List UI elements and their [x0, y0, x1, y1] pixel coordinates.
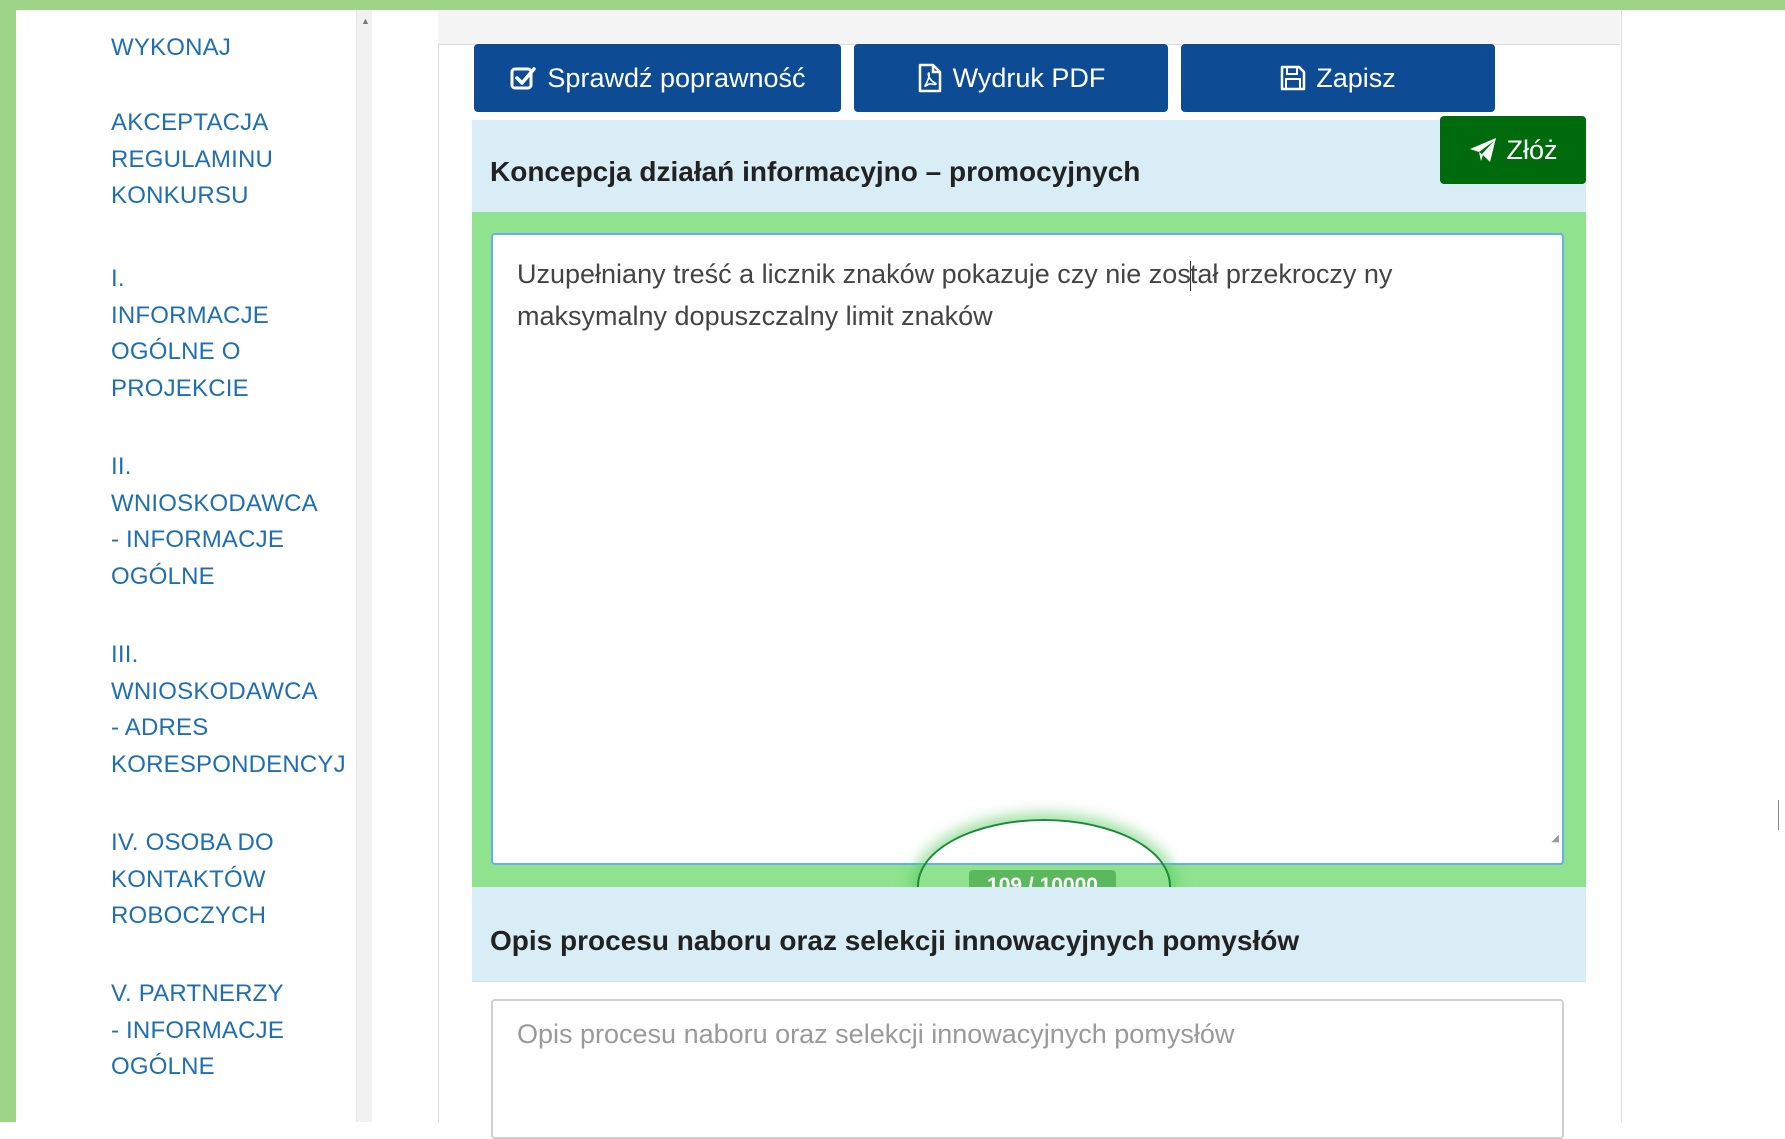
save-label: Zapisz: [1316, 62, 1396, 93]
window-frame-top: [0, 0, 1785, 10]
submit-label: Złóż: [1506, 134, 1558, 165]
save-button[interactable]: Zapisz: [1181, 44, 1495, 112]
sidebar-item-akceptacja-regulaminu[interactable]: AKCEPTACJA REGULAMINU KONKURSU: [111, 105, 356, 215]
section-title: Koncepcja działań informacyjno – promocy…: [490, 156, 1141, 187]
main-gutter: [372, 10, 438, 1122]
sidebar-item-informacje-ogolne[interactable]: I. INFORMACJE OGÓLNE O PROJEKCIE: [111, 261, 356, 407]
check-validity-button[interactable]: Sprawdź poprawność: [474, 44, 841, 112]
section-header: Opis procesu naboru oraz selekcji innowa…: [472, 887, 1586, 982]
window-frame-left: [0, 0, 16, 1122]
submit-button[interactable]: Złóż: [1440, 116, 1586, 184]
sidebar-scrollbar[interactable]: ▲: [356, 10, 373, 1122]
koncepcja-textarea[interactable]: Uzupełniany treść a licznik znaków pokaz…: [491, 233, 1564, 865]
textarea-text-before-caret: Uzupełniany treść a licznik znaków pokaz…: [517, 259, 1191, 289]
window-resize-edge[interactable]: [1778, 800, 1785, 830]
print-pdf-label: Wydruk PDF: [952, 62, 1106, 93]
section-header: Koncepcja działań informacyjno – promocy…: [472, 120, 1586, 212]
sidebar-item-wnioskodawca-informacje[interactable]: II. WNIOSKODAWCA - INFORMACJE OGÓLNE: [111, 449, 356, 595]
floppy-disk-icon: [1280, 65, 1306, 91]
paper-plane-icon: [1468, 136, 1498, 164]
sidebar-item-wykonaj[interactable]: WYKONAJ: [111, 30, 356, 67]
scroll-up-arrow-icon[interactable]: ▲: [361, 16, 370, 26]
print-pdf-button[interactable]: Wydruk PDF: [854, 44, 1168, 112]
panel-header-strip: [438, 10, 1620, 45]
resize-handle-icon[interactable]: ◢: [1551, 818, 1559, 860]
sidebar-item-partnerzy[interactable]: V. PARTNERZY - INFORMACJE OGÓLNE: [111, 976, 356, 1086]
opis-procesu-textarea[interactable]: Opis procesu naboru oraz selekcji innowa…: [491, 999, 1564, 1139]
sidebar-item-osoba-do-kontaktow[interactable]: IV. OSOBA DO KONTAKTÓW ROBOCZYCH: [111, 825, 356, 935]
check-validity-label: Sprawdź poprawność: [547, 62, 806, 93]
sidebar-item-wnioskodawca-adres[interactable]: III. WNIOSKODAWCA - ADRES KORESPONDENCYJ: [111, 637, 356, 783]
check-square-icon: [509, 64, 537, 92]
section-title: Opis procesu naboru oraz selekcji innowa…: [490, 925, 1300, 956]
file-pdf-icon: [917, 63, 943, 93]
